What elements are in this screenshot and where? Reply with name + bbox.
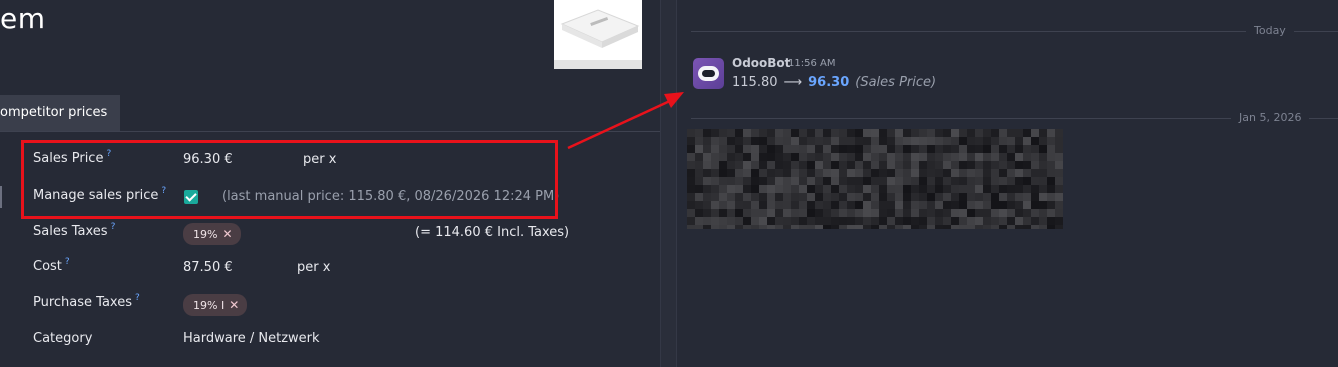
cost-label: Cost? <box>33 257 70 274</box>
tracking-value-change: 115.80 ⟶ 96.30 (Sales Price) <box>732 75 936 90</box>
tax-badge-label: 19% I <box>193 299 225 312</box>
tab-competitor-prices[interactable]: ompetitor prices <box>0 95 120 131</box>
redacted-content <box>687 129 1063 229</box>
arrow-right-icon: ⟶ <box>783 75 803 90</box>
tab-divider <box>0 131 660 132</box>
help-icon[interactable]: ? <box>135 293 140 303</box>
message-author[interactable]: OdooBot <box>732 56 790 70</box>
tax-badge: 19% ✕ <box>183 223 241 245</box>
sales-tax-tag: 19% ✕ <box>183 223 241 245</box>
tax-badge: 19% I ✕ <box>183 294 248 316</box>
cost-value[interactable]: 87.50 € <box>183 260 233 275</box>
category-value[interactable]: Hardware / Netzwerk <box>183 331 320 346</box>
purchase-tax-tag: 19% I ✕ <box>183 294 248 316</box>
close-icon[interactable]: ✕ <box>222 227 232 241</box>
router-device-icon <box>560 9 640 48</box>
old-value: 115.80 <box>732 75 778 90</box>
cost-unit: per x <box>297 260 331 275</box>
purchase-taxes-label: Purchase Taxes? <box>33 293 140 310</box>
help-icon[interactable]: ? <box>111 222 116 232</box>
product-image[interactable] <box>554 0 642 69</box>
purchase-taxes-label-text: Purchase Taxes <box>33 295 132 310</box>
category-label: Category <box>33 331 93 346</box>
date-separator-today: Today <box>1246 24 1294 37</box>
cost-label-text: Cost <box>33 259 62 274</box>
product-form: em ompetitor prices Sales Price? 96.30 €… <box>0 0 660 367</box>
sales-taxes-label: Sales Taxes? <box>33 222 116 239</box>
highlight-box <box>21 140 558 219</box>
date-separator-older: Jan 5, 2026 <box>1231 111 1310 124</box>
tab-label: ompetitor prices <box>0 105 108 120</box>
close-icon[interactable]: ✕ <box>229 298 239 312</box>
redacted-mosaic <box>687 129 1063 229</box>
left-edge-marker <box>0 186 2 208</box>
panel-divider[interactable] <box>660 0 677 367</box>
sales-taxes-label-text: Sales Taxes <box>33 224 108 239</box>
tax-badge-label: 19% <box>193 228 218 241</box>
help-icon[interactable]: ? <box>65 257 70 267</box>
incl-taxes-text: (= 114.60 € Incl. Taxes) <box>415 225 570 240</box>
chatter-panel: Today OdooBot 11:56 AM 115.80 ⟶ 96.30 (Sale… <box>677 0 1338 367</box>
new-value: 96.30 <box>808 75 850 90</box>
date-separator-line <box>691 31 1338 32</box>
odoobot-avatar-icon[interactable] <box>693 58 724 89</box>
message-time: 11:56 AM <box>788 58 836 69</box>
tracked-field-name: (Sales Price) <box>855 75 937 90</box>
page-title: em <box>0 2 46 35</box>
